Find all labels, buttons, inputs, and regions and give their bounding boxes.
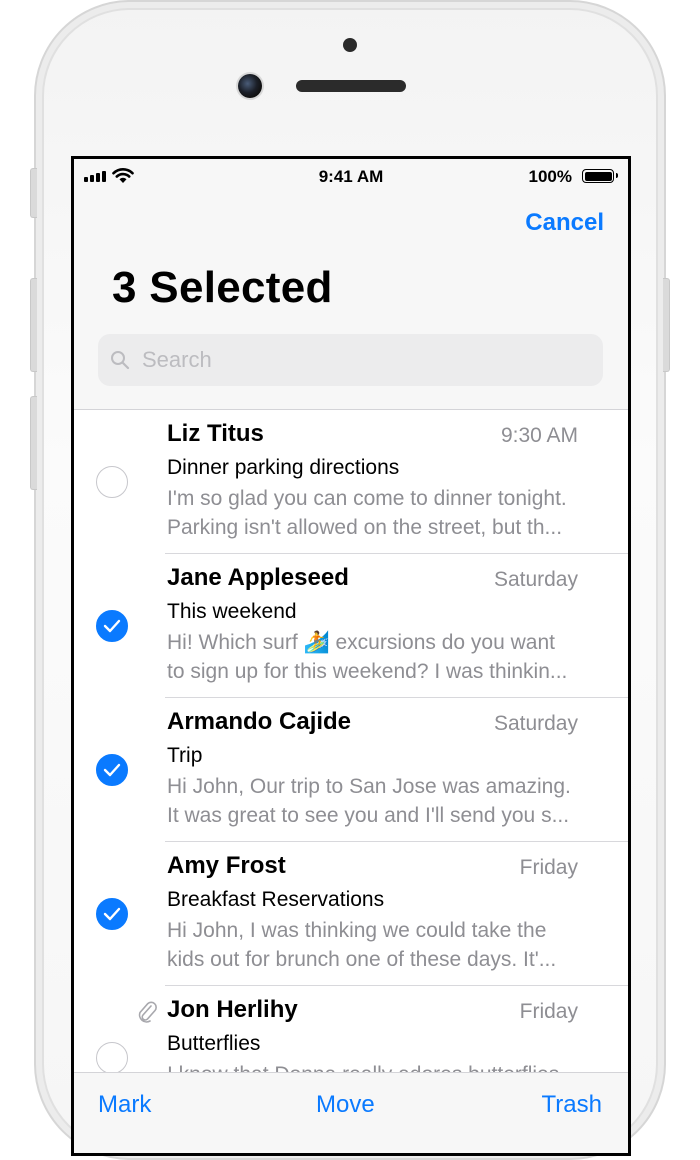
message-date: Friday: [519, 1000, 578, 1023]
message-row[interactable]: Liz Titus 9:30 AM Dinner parking directi…: [74, 410, 628, 554]
preview-line: Parking isn't allowed on the street, but…: [167, 516, 563, 539]
mail-app: 9:41 AM 100% Cancel 3 Selected Liz Titus…: [74, 159, 628, 1153]
message-preview: Hi John, I was thinking we could take th…: [167, 916, 607, 974]
selection-checkbox[interactable]: [96, 1042, 128, 1074]
preview-line: Hi! Which surf 🏄 excursions do you want: [167, 631, 555, 654]
preview-line: I'm so glad you can come to dinner tonig…: [167, 487, 567, 510]
message-subject: This weekend: [167, 600, 297, 623]
message-preview: Hi! Which surf 🏄 excursions do you want …: [167, 628, 607, 686]
status-bar: 9:41 AM 100%: [74, 159, 628, 197]
volume-down-button: [30, 396, 37, 490]
search-bar[interactable]: [98, 334, 603, 386]
selection-checkbox[interactable]: [96, 754, 128, 786]
move-button[interactable]: Move: [316, 1091, 375, 1119]
search-input[interactable]: [140, 346, 584, 374]
checkmark-icon: [103, 619, 121, 633]
screen: 9:41 AM 100% Cancel 3 Selected Liz Titus…: [71, 156, 631, 1156]
bottom-toolbar: Mark Move Trash: [74, 1072, 628, 1153]
power-button: [663, 278, 670, 372]
battery-icon: [582, 169, 618, 183]
message-sender: Jon Herlihy: [167, 996, 298, 1023]
preview-line: kids out for brunch one of these days. I…: [167, 948, 557, 971]
message-list: Liz Titus 9:30 AM Dinner parking directi…: [74, 410, 628, 1074]
proximity-sensor: [343, 38, 357, 52]
message-date: Friday: [519, 856, 578, 879]
volume-up-button: [30, 278, 37, 372]
preview-line: It was great to see you and I'll send yo…: [167, 804, 570, 827]
selection-checkbox[interactable]: [96, 610, 128, 642]
message-sender: Jane Appleseed: [167, 564, 349, 591]
preview-line: Hi John, Our trip to San Jose was amazin…: [167, 775, 571, 798]
message-preview: I'm so glad you can come to dinner tonig…: [167, 484, 607, 542]
page-title: 3 Selected: [112, 263, 333, 312]
message-sender: Amy Frost: [167, 852, 286, 879]
message-sender: Liz Titus: [167, 420, 264, 447]
message-sender: Armando Cajide: [167, 708, 352, 735]
message-date: Saturday: [493, 712, 578, 735]
message-date: 9:30 AM: [500, 424, 578, 447]
preview-line: to sign up for this weekend? I was think…: [167, 660, 568, 683]
message-subject: Trip: [167, 744, 203, 767]
checkmark-icon: [103, 907, 121, 921]
mark-button[interactable]: Mark: [98, 1091, 151, 1119]
battery-percentage: 100%: [528, 167, 572, 186]
front-camera: [238, 74, 262, 98]
message-preview: Hi John, Our trip to San Jose was amazin…: [167, 772, 607, 830]
message-row[interactable]: Jane Appleseed Saturday This weekend Hi!…: [74, 554, 628, 698]
paperclip-icon: [138, 1001, 157, 1023]
mute-switch: [30, 168, 37, 218]
message-row[interactable]: Jon Herlihy Friday Butterflies I know th…: [74, 986, 628, 1074]
message-date: Saturday: [493, 568, 578, 591]
checkmark-icon: [103, 763, 121, 777]
selection-checkbox[interactable]: [96, 898, 128, 930]
selection-checkbox[interactable]: [96, 466, 128, 498]
message-subject: Dinner parking directions: [167, 456, 400, 479]
message-subject: Butterflies: [167, 1032, 261, 1055]
message-row[interactable]: Amy Frost Friday Breakfast Reservations …: [74, 842, 628, 986]
preview-line: Hi John, I was thinking we could take th…: [167, 919, 547, 942]
trash-button[interactable]: Trash: [542, 1091, 602, 1119]
message-subject: Breakfast Reservations: [167, 888, 385, 911]
message-row[interactable]: Armando Cajide Saturday Trip Hi John, Ou…: [74, 698, 628, 842]
earpiece-speaker: [296, 80, 406, 92]
search-icon: [111, 351, 130, 370]
cancel-button[interactable]: Cancel: [525, 209, 604, 237]
